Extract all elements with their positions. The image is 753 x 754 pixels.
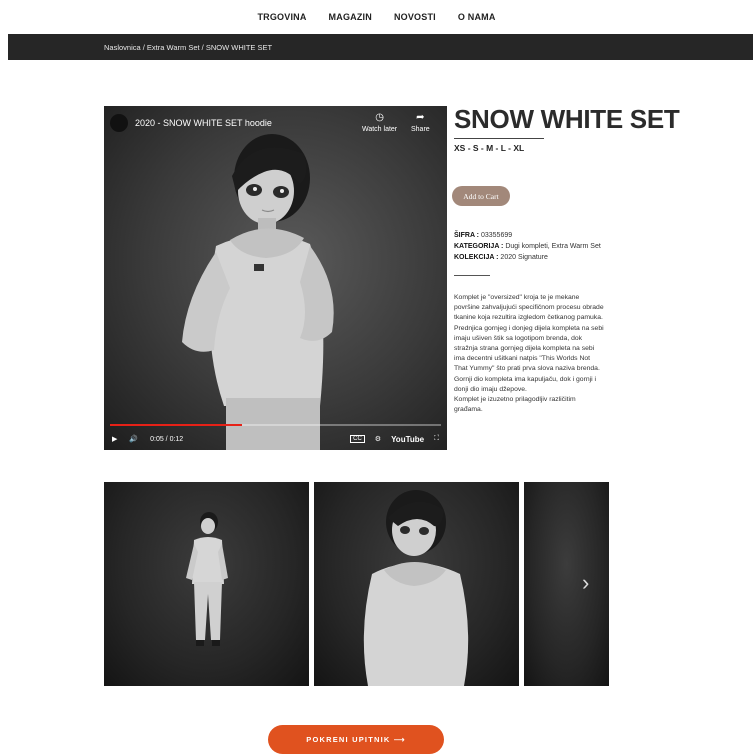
fullscreen-icon[interactable]: ⛶ <box>434 435 439 443</box>
sku-value: 03355699 <box>480 232 513 239</box>
product-description: Komplet je "oversized" kroja te je mekan… <box>454 293 604 415</box>
description-paragraph: Komplet je "oversized" kroja te je mekan… <box>454 294 604 322</box>
top-nav: TRGOVINA MAGAZIN NOVOSTI O NAMA <box>0 0 753 34</box>
breadcrumb-bar: Naslovnica / Extra Warm Set / SNOW WHITE… <box>8 34 753 60</box>
video-time: 0:05 / 0:12 <box>150 435 184 443</box>
sku-row: ŠIFRA : 03355699 <box>454 232 512 239</box>
collection-label: KOLEKCIJA : <box>454 254 499 261</box>
gallery-image-1[interactable] <box>104 482 309 686</box>
gallery-image-2[interactable] <box>314 482 519 686</box>
start-questionnaire-button[interactable]: POKRENI UPITNIK ⟶ <box>268 725 444 754</box>
video-title[interactable]: 2020 - SNOW WHITE SET hoodie <box>135 118 272 128</box>
nav-item-trgovina[interactable]: TRGOVINA <box>257 12 306 22</box>
collection-row: KOLEKCIJA : 2020 Signature <box>454 254 548 261</box>
gallery-figure-full <box>186 512 228 646</box>
share-label: Share <box>411 126 430 133</box>
gallery-figure-closeup <box>363 490 469 686</box>
breadcrumb[interactable]: Naslovnica / Extra Warm Set / SNOW WHITE… <box>104 43 272 52</box>
watch-later-label: Watch later <box>362 126 398 133</box>
category-row: KATEGORIJA : Dugi kompleti, Extra Warm S… <box>454 243 601 250</box>
video-progress-bar[interactable] <box>110 424 441 426</box>
meta-divider <box>454 275 490 276</box>
youtube-logo[interactable]: YouTube <box>391 435 424 444</box>
video-controls: ▶ 🔊 0:05 / 0:12 CC ⚙ YouTube ⛶ <box>104 428 447 450</box>
share-icon: ➦ <box>416 112 425 123</box>
category-label: KATEGORIJA : <box>454 243 504 250</box>
watch-later-button[interactable]: ◷ Watch later <box>362 112 397 133</box>
add-to-cart-button[interactable]: Add to Cart <box>452 186 510 206</box>
chevron-right-icon[interactable]: › <box>582 572 589 594</box>
settings-icon[interactable]: ⚙ <box>375 435 381 443</box>
sku-label: ŠIFRA : <box>454 232 480 239</box>
nav-item-magazin[interactable]: MAGAZIN <box>329 12 372 22</box>
description-paragraph: Gornji dio kompleta ima kapuljaču, dok i… <box>454 375 597 393</box>
title-divider <box>454 138 544 139</box>
description-paragraph: Komplet je izuzetno prilagodljiv različi… <box>454 396 576 414</box>
character-illustration <box>182 134 334 450</box>
nav-item-novosti[interactable]: NOVOSTI <box>394 12 436 22</box>
collection-value[interactable]: 2020 Signature <box>500 254 547 261</box>
volume-icon[interactable]: 🔊 <box>129 435 138 443</box>
clock-icon: ◷ <box>375 112 384 123</box>
video-player[interactable]: 2020 - SNOW WHITE SET hoodie ◷ Watch lat… <box>104 106 447 450</box>
nav-item-o-nama[interactable]: O NAMA <box>458 12 496 22</box>
cc-icon[interactable]: CC <box>350 435 365 443</box>
product-title: SNOW WHITE SET <box>454 104 680 134</box>
size-options[interactable]: XS - S - M - L - XL <box>454 143 524 153</box>
share-button[interactable]: ➦ Share <box>411 112 430 133</box>
description-paragraph: Prednjica gornjeg i donjeg dijela komple… <box>454 324 604 373</box>
video-progress-fill <box>110 424 243 426</box>
category-value[interactable]: Dugi kompleti, Extra Warm Set <box>505 243 600 250</box>
gallery-image-3[interactable] <box>524 482 609 686</box>
play-icon[interactable]: ▶ <box>112 435 117 443</box>
channel-avatar[interactable] <box>110 114 128 132</box>
